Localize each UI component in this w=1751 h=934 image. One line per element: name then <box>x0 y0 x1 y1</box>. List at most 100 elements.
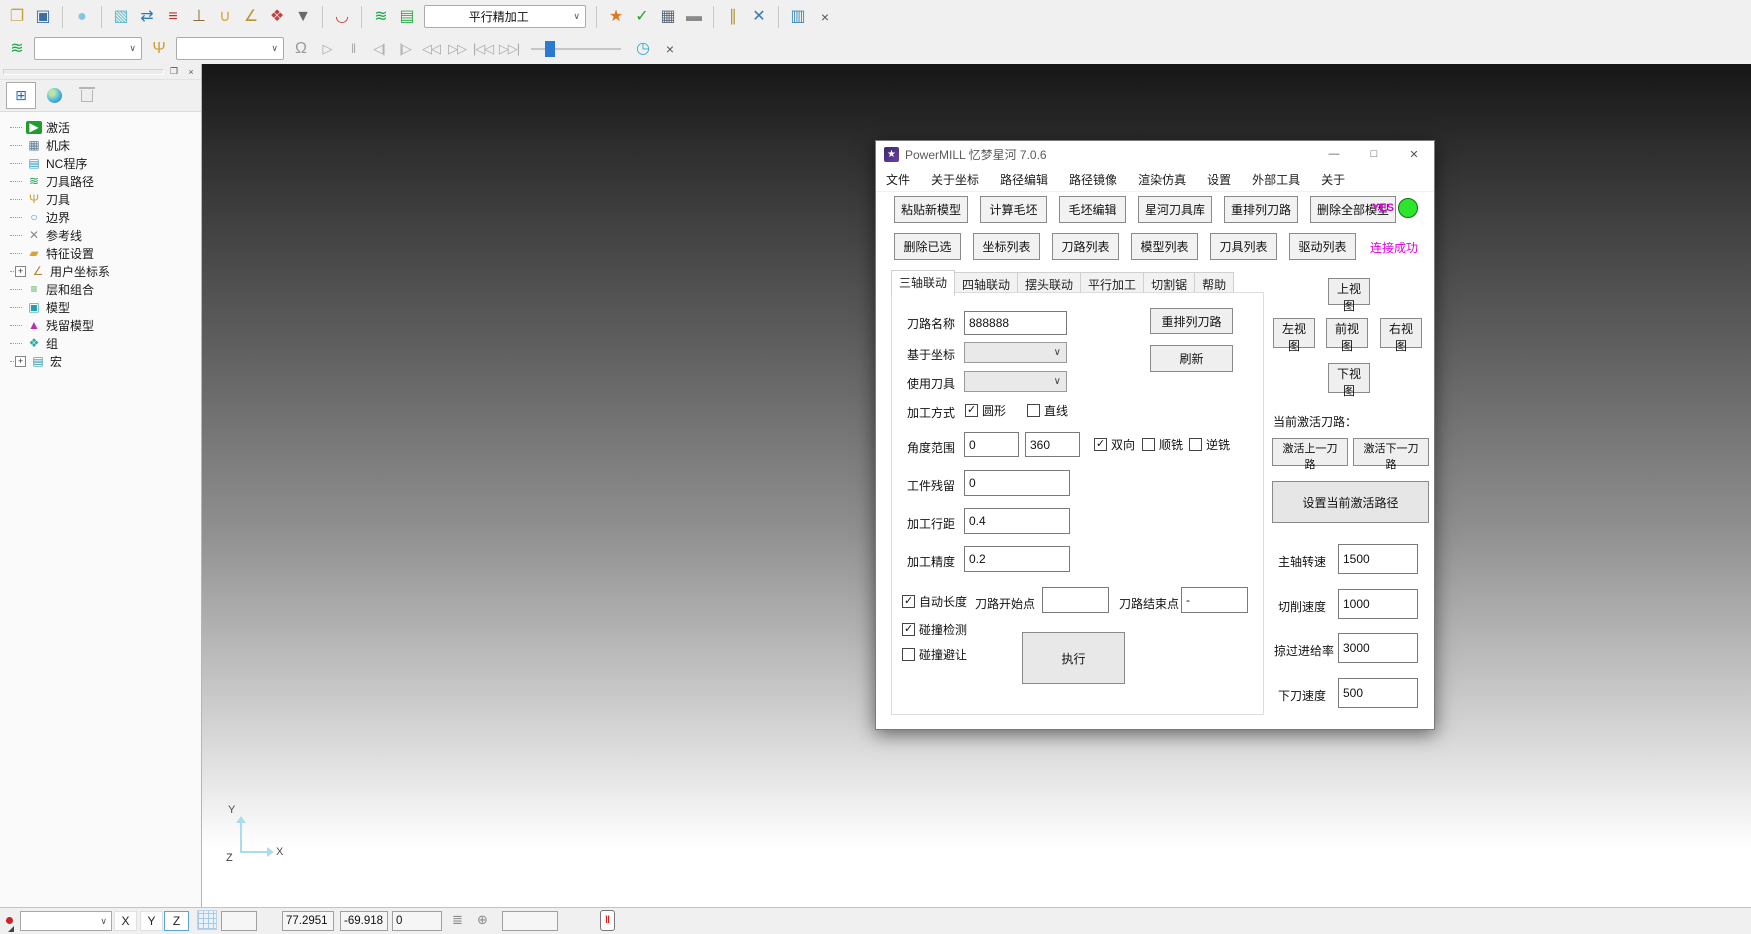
tolerance-input[interactable] <box>964 546 1070 572</box>
move-cut-icon[interactable]: ✕ <box>747 5 771 29</box>
tab-3axis[interactable]: 三轴联动 <box>891 270 955 296</box>
axis-x-button[interactable]: X <box>114 911 137 931</box>
menu-path-mirror[interactable]: 路径镜像 <box>1069 171 1117 188</box>
toolpath-list-button[interactable]: 刀路列表 <box>1052 233 1119 260</box>
axis-y-button[interactable]: Y <box>140 911 163 931</box>
collision-avoid-checkbox[interactable]: 碰撞避让 <box>902 646 967 663</box>
toolpath-name-input[interactable] <box>964 311 1067 335</box>
rewind-button[interactable]: ◁◁ <box>419 37 443 61</box>
block-icon[interactable]: ▧ <box>109 5 133 29</box>
tree-item-workplanes[interactable]: + ∠ 用户坐标系 <box>10 262 201 280</box>
cutting-speed-input[interactable] <box>1338 589 1418 619</box>
plunge-speed-input[interactable] <box>1338 678 1418 708</box>
tree-item-toolpaths[interactable]: ≋ 刀具路径 <box>10 172 201 190</box>
tools-icon[interactable]: Ψ <box>147 37 171 61</box>
axis-z-button[interactable]: Z <box>164 911 189 931</box>
maximize-button[interactable]: □ <box>1354 141 1394 167</box>
open-project-icon[interactable]: ❐ <box>5 5 29 29</box>
view-bottom-button[interactable]: 下视图 <box>1328 363 1370 393</box>
view-top-button[interactable]: 上视图 <box>1328 278 1370 305</box>
menu-about[interactable]: 关于 <box>1321 171 1345 188</box>
collision-check-icon[interactable]: ◡ <box>330 5 354 29</box>
panel-grip[interactable] <box>3 69 164 75</box>
conventional-mill-checkbox[interactable]: 逆铣 <box>1189 436 1230 453</box>
auto-length-checkbox[interactable]: 自动长度 <box>902 593 967 610</box>
model-list-button[interactable]: 模型列表 <box>1131 233 1198 260</box>
explorer-trash-tab[interactable] <box>72 82 102 109</box>
tree-item-tools[interactable]: Ψ 刀具 <box>10 190 201 208</box>
tool-holder-icon[interactable]: ▼ <box>291 5 315 29</box>
rearrange-toolpaths-button[interactable]: 重排列刀路 <box>1150 308 1233 334</box>
explorer-tree-tab[interactable]: ⊞ <box>6 82 36 109</box>
drive-list-button[interactable]: 驱动列表 <box>1289 233 1356 260</box>
step-forward-button[interactable]: |▷ <box>393 37 417 61</box>
simulation-speed-slider[interactable] <box>531 39 621 59</box>
tree-item-patterns[interactable]: ✕ 参考线 <box>10 226 201 244</box>
climb-mill-checkbox[interactable]: 顺铣 <box>1142 436 1183 453</box>
powermill-springs-icon[interactable]: ≋ <box>5 37 29 61</box>
view-left-button[interactable]: 左视图 <box>1273 318 1315 348</box>
skim-feed-input[interactable] <box>1338 633 1418 663</box>
go-to-end-button[interactable]: ▷▷| <box>497 37 521 61</box>
calculate-stock-button[interactable]: 计算毛坯 <box>980 196 1047 223</box>
tool-library-button[interactable]: 星河刀具库 <box>1138 196 1212 223</box>
close-button[interactable]: ✕ <box>1394 141 1434 167</box>
pause-button[interactable]: ‖ <box>341 37 365 61</box>
toolpath-strategy-icon[interactable]: ⇄ <box>135 5 159 29</box>
base-coord-dropdown[interactable] <box>964 342 1067 363</box>
grid-size-field[interactable] <box>221 911 257 931</box>
tree-item-machine[interactable]: ▦ 机床 <box>10 136 201 154</box>
use-tool-dropdown[interactable] <box>964 371 1067 392</box>
panel-restore-button[interactable]: ❐ <box>167 66 181 78</box>
pointer-snap-icon[interactable] <box>6 911 13 929</box>
angle-from-input[interactable] <box>964 432 1019 457</box>
play-button[interactable]: ▷ <box>315 37 339 61</box>
tool-change-icon[interactable]: ∥ <box>721 5 745 29</box>
distance-field[interactable] <box>502 911 558 931</box>
menu-external-tools[interactable]: 外部工具 <box>1252 171 1300 188</box>
minimize-button[interactable]: — <box>1314 141 1354 167</box>
dialog-titlebar[interactable]: ★ PowerMILL 忆梦星河 7.0.6 — □ ✕ <box>876 141 1434 167</box>
delete-toolpath-icon[interactable]: ★ <box>604 5 628 29</box>
rearrange-toolpaths-button[interactable]: 重排列刀路 <box>1224 196 1298 223</box>
paste-new-model-button[interactable]: 粘贴新模型 <box>894 196 968 223</box>
bidirectional-checkbox[interactable]: 双向 <box>1094 436 1135 453</box>
menu-render-simulation[interactable]: 渲染仿真 <box>1138 171 1186 188</box>
collision-check-checkbox[interactable]: 碰撞检测 <box>902 621 967 638</box>
strategy-dropdown[interactable]: 平行精加工 <box>424 5 586 28</box>
locate-point-icon[interactable]: ⊕ <box>477 911 488 929</box>
toolbar-close-button[interactable]: × <box>812 4 838 30</box>
toolpath-list-icon[interactable]: ▤ <box>395 5 419 29</box>
start-point-input[interactable] <box>1042 587 1109 613</box>
points-icon[interactable]: ❖ <box>265 5 289 29</box>
fast-forward-button[interactable]: ▷▷ <box>445 37 469 61</box>
cursor-z-value[interactable]: 0 <box>392 911 442 931</box>
coordinate-list-button[interactable]: 坐标列表 <box>973 233 1040 260</box>
step-back-button[interactable]: ◁| <box>367 37 391 61</box>
cursor-x-value[interactable]: 77.2951 <box>282 911 334 931</box>
refresh-button[interactable]: 刷新 <box>1150 345 1233 372</box>
leads-links-icon[interactable]: ≡ <box>161 5 185 29</box>
execute-button[interactable]: 执行 <box>1022 632 1125 684</box>
stock-models-icon[interactable]: ▥ <box>786 5 810 29</box>
clock-icon[interactable]: ◷ <box>631 37 655 61</box>
menu-settings[interactable]: 设置 <box>1207 171 1231 188</box>
shaded-render-icon[interactable]: ● <box>70 5 94 29</box>
tree-item-nc-programs[interactable]: ▤ NC程序 <box>10 154 201 172</box>
tree-item-boundaries[interactable]: ○ 边界 <box>10 208 201 226</box>
expand-icon[interactable]: + <box>15 356 26 367</box>
view-right-button[interactable]: 右视图 <box>1380 318 1422 348</box>
toolbar-close-button[interactable]: × <box>657 36 683 62</box>
grid-snap-icon[interactable] <box>197 911 217 929</box>
angle-to-input[interactable] <box>1025 432 1080 457</box>
toolpath-select-dropdown[interactable] <box>34 37 142 60</box>
set-active-path-button[interactable]: 设置当前激活路径 <box>1272 481 1429 523</box>
delete-selected-button[interactable]: 删除已选 <box>894 233 961 260</box>
expand-icon[interactable]: + <box>15 266 26 277</box>
stepover-input[interactable] <box>964 508 1070 534</box>
explorer-web-tab[interactable] <box>39 82 69 109</box>
workplane-dropdown[interactable] <box>20 911 112 931</box>
tree-item-groups[interactable]: ❖ 组 <box>10 334 201 352</box>
menu-path-edit[interactable]: 路径编辑 <box>1000 171 1048 188</box>
view-front-button[interactable]: 前视图 <box>1326 318 1368 348</box>
